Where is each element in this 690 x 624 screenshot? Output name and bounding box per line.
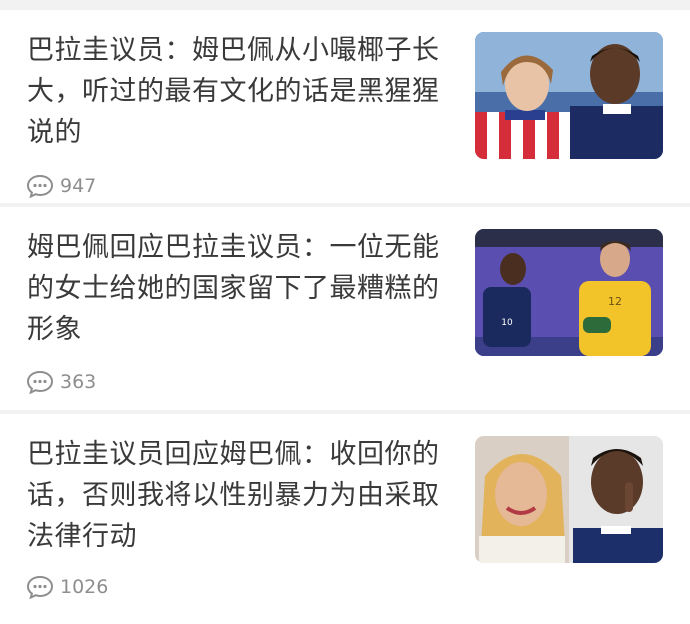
comment-icon <box>26 370 54 394</box>
comment-count-row[interactable]: 947 <box>26 174 96 198</box>
news-title[interactable]: 姆巴佩回应巴拉圭议员：一位无能的女士给她的国家留下了最糟糕的形象 <box>27 227 447 350</box>
comment-icon <box>26 174 54 198</box>
portraits-photo <box>475 436 663 563</box>
comment-count-row[interactable]: 1026 <box>26 575 108 599</box>
players-photo <box>475 32 663 159</box>
svg-text:10: 10 <box>501 318 513 328</box>
news-thumbnail[interactable]: 10 12 <box>475 229 663 356</box>
news-card[interactable]: 巴拉圭议员：姆巴佩从小嘬椰子长大，听过的最有文化的话是黑猩猩说的 947 <box>0 10 690 203</box>
news-title[interactable]: 巴拉圭议员：姆巴佩从小嘬椰子长大，听过的最有文化的话是黑猩猩说的 <box>27 30 447 153</box>
news-card[interactable]: 巴拉圭议员回应姆巴佩：收回你的话，否则我将以性别暴力为由采取法律行动 1026 <box>0 414 690 624</box>
comment-count-row[interactable]: 363 <box>26 370 96 394</box>
news-thumbnail[interactable] <box>475 32 663 159</box>
players-photo: 10 12 <box>475 229 663 356</box>
comment-count: 1026 <box>60 576 109 598</box>
comment-count: 363 <box>60 371 97 393</box>
comment-count: 947 <box>60 175 97 197</box>
news-thumbnail[interactable] <box>475 436 663 563</box>
comment-icon <box>26 575 54 599</box>
svg-text:12: 12 <box>608 295 622 308</box>
news-feed: 巴拉圭议员：姆巴佩从小嘬椰子长大，听过的最有文化的话是黑猩猩说的 947 姆巴佩… <box>0 0 690 624</box>
news-title[interactable]: 巴拉圭议员回应姆巴佩：收回你的话，否则我将以性别暴力为由采取法律行动 <box>27 434 447 557</box>
news-card[interactable]: 姆巴佩回应巴拉圭议员：一位无能的女士给她的国家留下了最糟糕的形象 363 10 <box>0 207 690 410</box>
